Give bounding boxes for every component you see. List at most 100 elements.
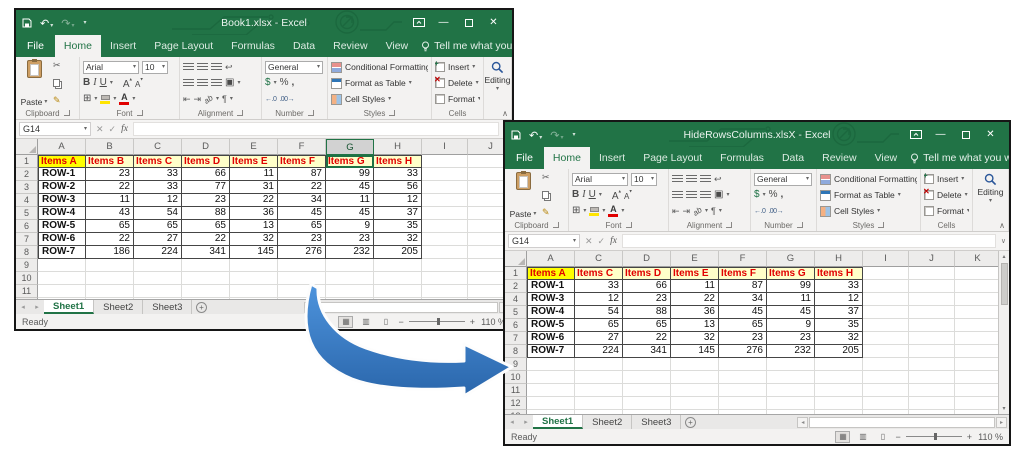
empty-cell[interactable]	[422, 233, 468, 246]
insert-function-icon[interactable]: fx	[121, 124, 128, 134]
empty-cell[interactable]	[422, 298, 468, 299]
column-header-D[interactable]: D	[623, 251, 671, 267]
column-header-G[interactable]: G	[767, 251, 815, 267]
font-size-select[interactable]: 10▾	[142, 61, 168, 74]
font-name-select[interactable]: Arial▾	[83, 61, 139, 74]
empty-cell[interactable]	[863, 293, 909, 306]
empty-cell[interactable]	[575, 384, 623, 397]
header-cell[interactable]: Items A	[527, 267, 575, 280]
dialog-launcher-icon[interactable]	[389, 110, 395, 116]
value-cell[interactable]: 276	[719, 345, 767, 358]
insert-cells-button[interactable]: +Insert▾	[924, 172, 969, 186]
empty-cell[interactable]	[909, 410, 955, 414]
empty-cell[interactable]	[422, 168, 468, 181]
empty-cell[interactable]	[719, 371, 767, 384]
dialog-launcher-icon[interactable]	[553, 222, 559, 228]
dialog-launcher-icon[interactable]	[878, 222, 884, 228]
empty-cell[interactable]	[230, 285, 278, 298]
cell-styles-button[interactable]: Cell Styles▾	[331, 92, 428, 106]
scroll-left-icon[interactable]: ◂	[304, 302, 315, 313]
tab-insert[interactable]: Insert	[101, 35, 145, 57]
header-cell[interactable]: Items H	[815, 267, 863, 280]
align-bottom-icon[interactable]	[211, 63, 222, 71]
header-cell[interactable]: Items E	[671, 267, 719, 280]
minimize-button[interactable]: —	[928, 123, 953, 146]
row-header-8[interactable]: 8	[16, 246, 38, 259]
column-header-F[interactable]: F	[719, 251, 767, 267]
tab-page-layout[interactable]: Page Layout	[145, 35, 222, 57]
value-cell[interactable]: 12	[575, 293, 623, 306]
italic-button[interactable]: I	[582, 190, 585, 200]
formula-input[interactable]	[622, 234, 996, 248]
normal-view-icon[interactable]: ▦	[835, 431, 850, 443]
empty-cell[interactable]	[38, 298, 86, 299]
font-size-select[interactable]: 10▾	[631, 173, 657, 186]
collapse-ribbon-icon[interactable]: ∧	[999, 221, 1005, 230]
align-left-icon[interactable]	[672, 191, 683, 199]
close-button[interactable]: ✕	[481, 11, 506, 34]
empty-cell[interactable]	[909, 371, 955, 384]
normal-view-icon[interactable]: ▦	[338, 316, 353, 328]
value-cell[interactable]: 224	[134, 246, 182, 259]
font-name-select[interactable]: Arial▾	[572, 173, 628, 186]
empty-cell[interactable]	[815, 384, 863, 397]
tab-view[interactable]: View	[377, 35, 418, 57]
value-cell[interactable]: 22	[86, 233, 134, 246]
close-button[interactable]: ✕	[978, 123, 1003, 146]
empty-cell[interactable]	[623, 384, 671, 397]
value-cell[interactable]: 232	[767, 345, 815, 358]
sheet-tab-sheet1[interactable]: Sheet1	[533, 415, 583, 429]
empty-cell[interactable]	[671, 384, 719, 397]
empty-cell[interactable]	[374, 259, 422, 272]
empty-cell[interactable]	[719, 384, 767, 397]
scroll-right-icon[interactable]: ▸	[996, 417, 1007, 428]
vertical-scroll-thumb[interactable]	[1001, 263, 1008, 305]
value-cell[interactable]: 22	[278, 181, 326, 194]
empty-cell[interactable]	[527, 358, 575, 371]
row-header-12[interactable]: 12	[505, 397, 527, 410]
tab-data[interactable]: Data	[773, 147, 813, 169]
dialog-launcher-icon[interactable]	[137, 110, 143, 116]
empty-cell[interactable]	[955, 280, 998, 293]
dialog-launcher-icon[interactable]	[726, 222, 732, 228]
expand-formula-bar-icon[interactable]: ∨	[1001, 237, 1006, 245]
value-cell[interactable]: 23	[182, 194, 230, 207]
value-cell[interactable]: 87	[278, 168, 326, 181]
value-cell[interactable]: 32	[230, 233, 278, 246]
accounting-format-icon[interactable]: $	[754, 190, 760, 200]
row-label-cell[interactable]: ROW-1	[527, 280, 575, 293]
value-cell[interactable]: 45	[767, 306, 815, 319]
value-cell[interactable]: 65	[278, 220, 326, 233]
value-cell[interactable]: 186	[86, 246, 134, 259]
empty-cell[interactable]	[909, 397, 955, 410]
empty-cell[interactable]	[955, 384, 998, 397]
sheet-tab-sheet3[interactable]: Sheet3	[632, 415, 681, 429]
value-cell[interactable]: 145	[671, 345, 719, 358]
redo-button[interactable]: ↷▾	[550, 126, 563, 144]
horizontal-scroll-track[interactable]	[809, 417, 995, 428]
value-cell[interactable]: 276	[278, 246, 326, 259]
ribbon-display-options-icon[interactable]	[903, 123, 928, 146]
row-header-4[interactable]: 4	[505, 293, 527, 306]
row-header-5[interactable]: 5	[505, 306, 527, 319]
value-cell[interactable]: 12	[374, 194, 422, 207]
empty-cell[interactable]	[575, 358, 623, 371]
sheet-area[interactable]: ACDEFGHIJK1Items AItems CItems DItems EI…	[505, 251, 998, 414]
empty-cell[interactable]	[623, 371, 671, 384]
value-cell[interactable]: 34	[278, 194, 326, 207]
empty-cell[interactable]	[38, 285, 86, 298]
row-header-2[interactable]: 2	[505, 280, 527, 293]
empty-cell[interactable]	[326, 272, 374, 285]
empty-cell[interactable]	[623, 358, 671, 371]
align-middle-icon[interactable]	[686, 175, 697, 183]
value-cell[interactable]: 224	[575, 345, 623, 358]
underline-button[interactable]: U	[589, 190, 596, 200]
text-direction-icon[interactable]: ¶	[711, 207, 716, 216]
row-label-cell[interactable]: ROW-4	[38, 207, 86, 220]
empty-cell[interactable]	[422, 155, 468, 168]
sheet-area[interactable]: ABCDEFGHIJ1Items AItems BItems CItems DI…	[16, 139, 512, 299]
empty-cell[interactable]	[909, 319, 955, 332]
empty-cell[interactable]	[527, 410, 575, 414]
value-cell[interactable]: 341	[623, 345, 671, 358]
decrease-indent-icon[interactable]: ⇤	[183, 95, 191, 104]
